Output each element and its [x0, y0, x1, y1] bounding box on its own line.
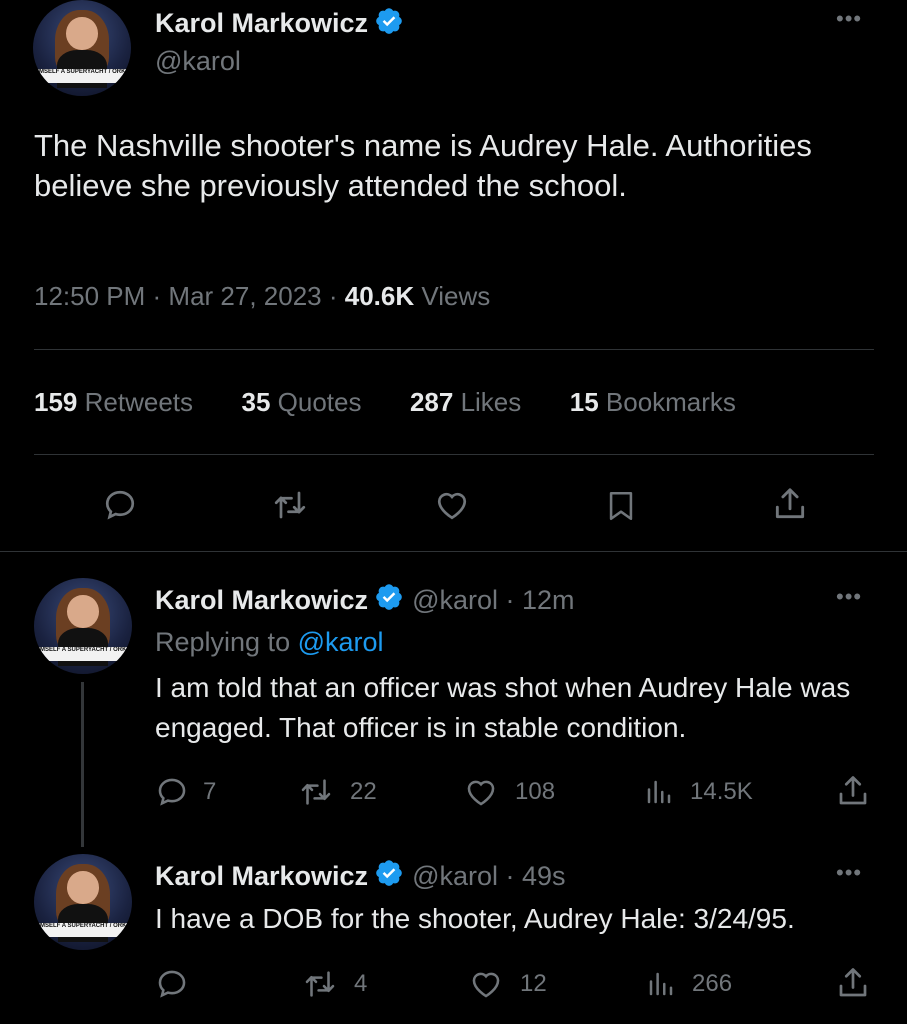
- avatar-face: [66, 17, 98, 50]
- like-count: 108: [515, 778, 556, 805]
- author-row: Karol Markowicz: [155, 6, 404, 40]
- views-action[interactable]: 14.5K: [644, 775, 753, 809]
- views-icon: [644, 775, 674, 809]
- views-icon: [646, 967, 676, 1001]
- replying-label: Replying to: [155, 627, 291, 657]
- bookmarks-label: Bookmarks: [605, 387, 736, 417]
- avatar[interactable]: HIMSELF A SUPERYACHT / ORKERS PEE IN BOT…: [34, 854, 132, 950]
- views-label: Views: [421, 281, 491, 311]
- views-action[interactable]: 266: [646, 967, 732, 1001]
- engagement-stats: 159 Retweets 35 Quotes 287 Likes 15 Book…: [34, 387, 736, 418]
- like-icon: [463, 775, 499, 809]
- verified-badge-icon: [374, 6, 404, 41]
- share-icon[interactable]: [771, 485, 809, 523]
- reply-action[interactable]: 7: [155, 775, 216, 809]
- avatar-face: [67, 595, 99, 628]
- avatar-chyron: HIMSELF A SUPERYACHT / ORKERS PEE IN BOT…: [33, 69, 131, 83]
- retweets-label: Retweets: [84, 387, 194, 417]
- divider: [34, 454, 874, 455]
- author-name[interactable]: Karol Markowicz: [155, 861, 368, 892]
- more-icon[interactable]: •••: [836, 6, 862, 32]
- avatar[interactable]: HIMSELF A SUPERYACHT / ORKERS PEE IN BOT…: [33, 0, 131, 96]
- views-count: 40.6K: [344, 281, 415, 311]
- meta-separator: ·: [498, 585, 522, 615]
- tweet-time[interactable]: 12:50 PM: [34, 281, 145, 311]
- meta-separator: ·: [328, 281, 345, 311]
- bookmarks-stat[interactable]: 15 Bookmarks: [570, 387, 736, 417]
- views-count: 266: [692, 970, 733, 997]
- quotes-stat[interactable]: 35 Quotes: [241, 387, 368, 417]
- reply-count: 7: [203, 778, 217, 805]
- author-handle[interactable]: @karol: [155, 46, 241, 77]
- reply-action[interactable]: [155, 967, 203, 1001]
- tweet-age[interactable]: 49s: [522, 861, 566, 892]
- like-icon[interactable]: [433, 487, 471, 523]
- thread-line: [81, 682, 84, 847]
- tweet-meta: 12:50 PM · Mar 27, 2023 · 40.6K Views: [34, 281, 490, 312]
- retweet-icon: [302, 967, 338, 1001]
- more-icon[interactable]: •••: [836, 860, 862, 886]
- retweets-count: 159: [34, 387, 78, 417]
- tweet-text: The Nashville shooter's name is Audrey H…: [34, 128, 812, 203]
- verified-badge-icon: [374, 582, 404, 619]
- likes-label: Likes: [460, 387, 522, 417]
- replying-to: Replying to @karol: [155, 627, 384, 658]
- avatar-chyron: HIMSELF A SUPERYACHT / ORKERS PEE IN BOT…: [34, 923, 132, 937]
- retweet-count: 22: [350, 778, 377, 805]
- reply-icon: [155, 967, 189, 1001]
- avatar[interactable]: HIMSELF A SUPERYACHT / ORKERS PEE IN BOT…: [34, 578, 132, 674]
- share-icon[interactable]: [835, 965, 871, 1001]
- reply-icon: [155, 775, 189, 809]
- more-icon[interactable]: •••: [836, 584, 862, 610]
- like-count: 12: [520, 970, 547, 997]
- reply-header: Karol Markowicz @karol · 49s: [155, 858, 566, 895]
- verified-badge-icon: [374, 858, 404, 895]
- retweet-icon[interactable]: [271, 487, 309, 523]
- likes-count: 287: [409, 387, 454, 417]
- reply-icon[interactable]: [102, 487, 138, 523]
- author-name[interactable]: Karol Markowicz: [155, 8, 368, 39]
- reply-header: Karol Markowicz @karol · 12m: [155, 582, 575, 619]
- author-handle[interactable]: @karol: [412, 861, 498, 892]
- replying-handle-link[interactable]: @karol: [298, 627, 384, 657]
- retweet-icon: [298, 775, 334, 809]
- retweet-action[interactable]: 22: [298, 775, 377, 809]
- quotes-count: 35: [241, 387, 271, 417]
- retweets-stat[interactable]: 159 Retweets: [34, 387, 200, 417]
- share-icon[interactable]: [835, 773, 871, 809]
- views-count: 14.5K: [690, 778, 753, 805]
- divider: [34, 349, 874, 350]
- meta-separator: ·: [152, 281, 169, 311]
- likes-stat[interactable]: 287 Likes: [410, 387, 529, 417]
- like-action[interactable]: 12: [468, 967, 547, 1001]
- bookmark-icon[interactable]: [604, 487, 638, 525]
- tweet-age[interactable]: 12m: [522, 585, 575, 616]
- avatar-chyron: HIMSELF A SUPERYACHT / ORKERS PEE IN BOT…: [34, 647, 132, 661]
- like-action[interactable]: 108: [463, 775, 555, 809]
- like-icon: [468, 967, 504, 1001]
- retweet-count: 4: [354, 970, 368, 997]
- tweet-date[interactable]: Mar 27, 2023: [168, 281, 321, 311]
- author-handle[interactable]: @karol: [412, 585, 498, 616]
- meta-separator: ·: [498, 861, 522, 891]
- author-name[interactable]: Karol Markowicz: [155, 585, 368, 616]
- bookmarks-count: 15: [569, 387, 599, 417]
- reply-text: I have a DOB for the shooter, Audrey Hal…: [155, 903, 795, 934]
- quotes-label: Quotes: [277, 387, 362, 417]
- retweet-action[interactable]: 4: [302, 967, 367, 1001]
- reply-text: I am told that an officer was shot when …: [155, 672, 851, 743]
- divider: [0, 551, 907, 552]
- avatar-face: [67, 871, 99, 904]
